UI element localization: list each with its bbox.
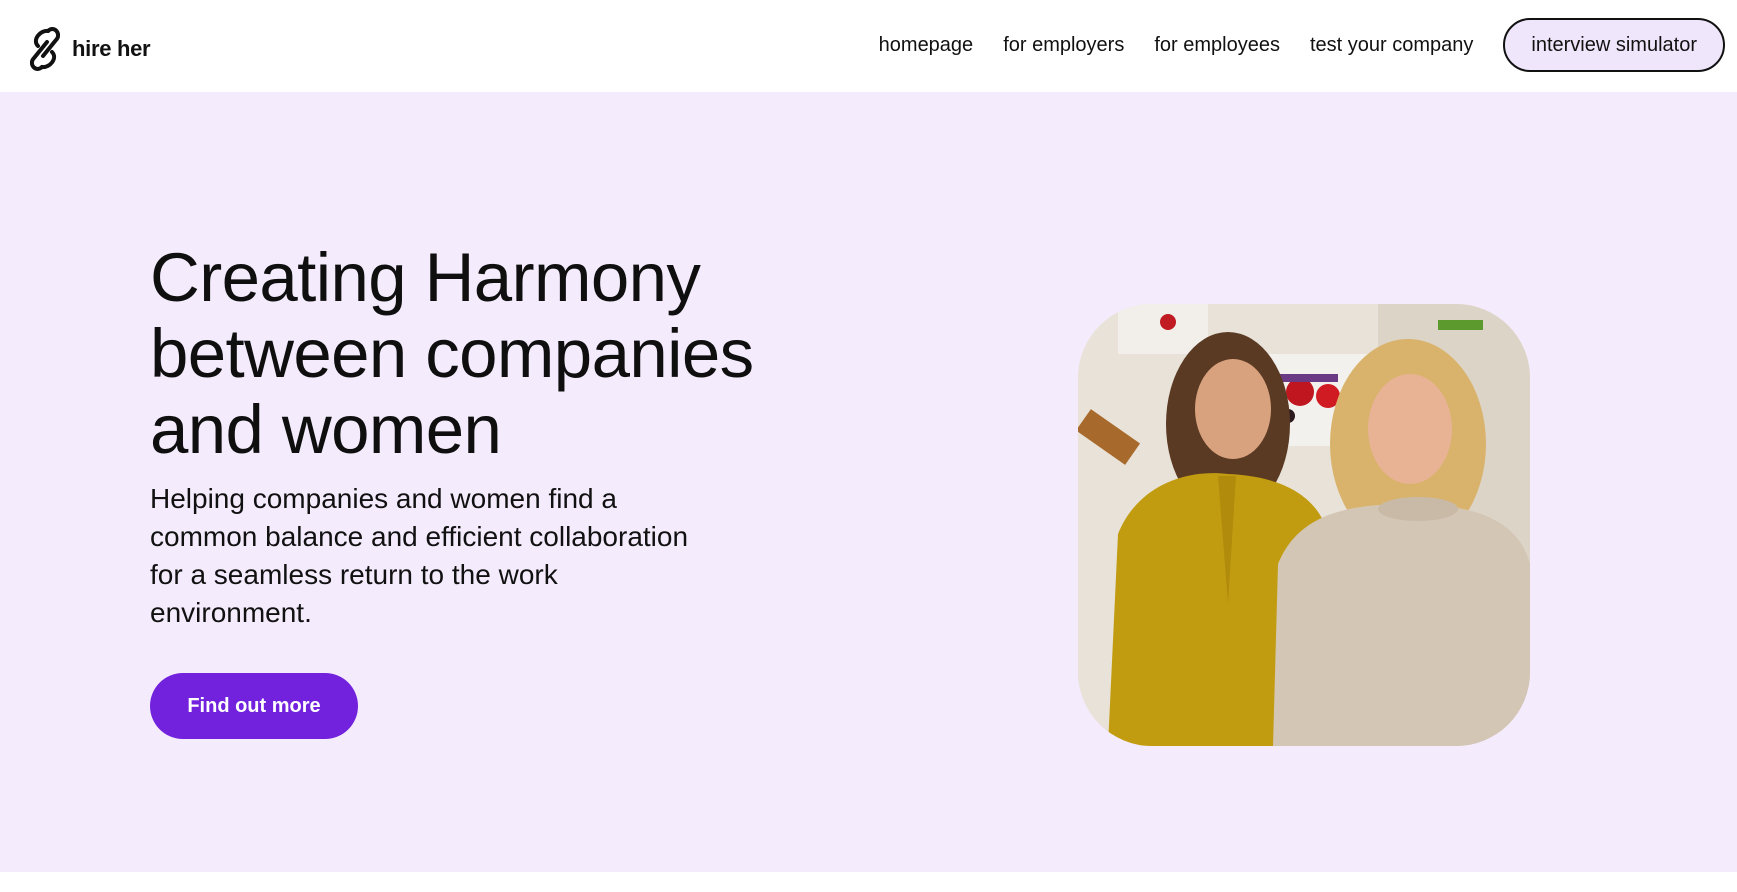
logo-link[interactable]: hire her bbox=[30, 26, 151, 72]
logo-text: hire her bbox=[72, 36, 151, 61]
hero-title: Creating Harmony between companies and w… bbox=[150, 239, 754, 468]
nav-link-test-your-company[interactable]: test your company bbox=[1310, 34, 1473, 57]
nav-link-for-employees[interactable]: for employees bbox=[1154, 34, 1280, 57]
find-out-more-button[interactable]: Find out more bbox=[150, 673, 358, 739]
chain-link-icon bbox=[30, 27, 60, 71]
nav-link-for-employers[interactable]: for employers bbox=[1003, 34, 1124, 57]
hero-subtitle: Helping companies and women find a commo… bbox=[150, 483, 689, 628]
main-navigation: homepage for employers for employees tes… bbox=[879, 18, 1725, 72]
two-women-photo-illustration bbox=[1078, 304, 1530, 746]
top-navbar: hire her homepage for employers for empl… bbox=[0, 0, 1737, 92]
interview-simulator-button[interactable]: interview simulator bbox=[1503, 18, 1725, 72]
hero-section: Creating Harmony between companies and w… bbox=[0, 92, 1737, 872]
nav-link-homepage[interactable]: homepage bbox=[879, 34, 974, 57]
hero-photo bbox=[1078, 304, 1530, 746]
page-bottom-divider bbox=[0, 872, 1737, 892]
